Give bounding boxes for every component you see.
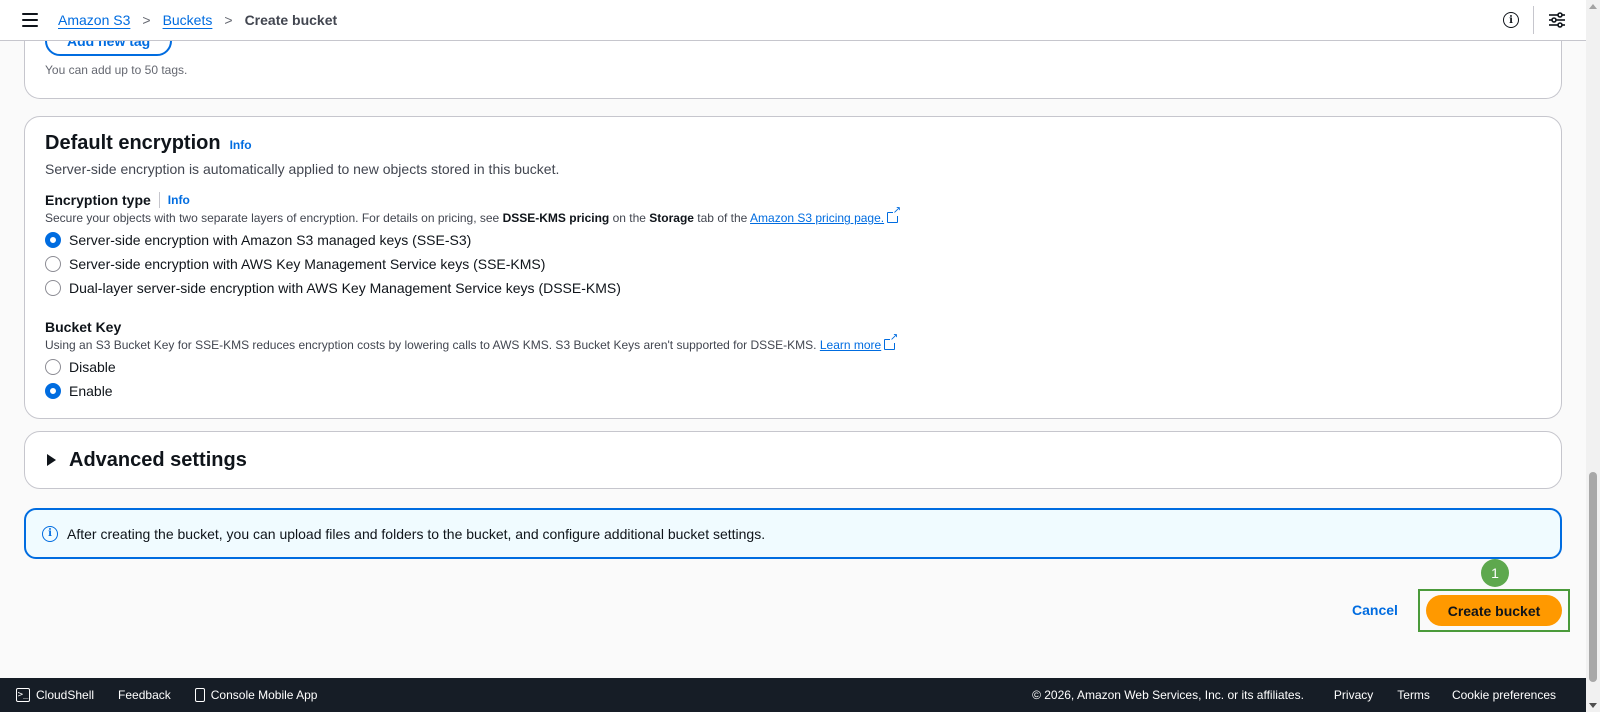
radio-label: Enable: [69, 383, 113, 399]
radio-unselected-icon[interactable]: [45, 359, 61, 375]
info-icon[interactable]: i: [1503, 12, 1519, 28]
radio-dsse-kms[interactable]: Dual-layer server-side encryption with A…: [45, 279, 1541, 297]
alert-text: After creating the bucket, you can uploa…: [67, 525, 766, 542]
radio-label: Server-side encryption with Amazon S3 ma…: [69, 232, 472, 248]
footer-right-links: © 2026, Amazon Web Services, Inc. or its…: [1032, 678, 1556, 712]
radio-sse-kms[interactable]: Server-side encryption with AWS Key Mana…: [45, 255, 1541, 273]
cloudshell-icon: >_: [16, 688, 30, 702]
breadcrumb-amazon-s3[interactable]: Amazon S3: [58, 12, 130, 28]
radio-selected-icon[interactable]: [45, 232, 61, 248]
topbar-utilities: i: [1503, 0, 1566, 40]
s3-pricing-page-link[interactable]: Amazon S3 pricing page.: [750, 211, 884, 225]
step-marker-badge: 1: [1481, 559, 1509, 587]
scroll-thumb[interactable]: [1589, 472, 1597, 682]
cookie-preferences-link[interactable]: Cookie preferences: [1452, 688, 1556, 702]
copyright-text: © 2026, Amazon Web Services, Inc. or its…: [1032, 688, 1304, 702]
feedback-link[interactable]: Feedback: [118, 688, 171, 702]
encryption-type-hint: Secure your objects with two separate la…: [45, 206, 1541, 225]
bucket-key-hint: Using an S3 Bucket Key for SSE-KMS reduc…: [45, 333, 1541, 352]
default-encryption-panel: Default encryption Info Server-side encr…: [24, 116, 1562, 419]
radio-selected-icon[interactable]: [45, 383, 61, 399]
scroll-up-arrow-icon[interactable]: [1589, 4, 1597, 9]
radio-unselected-icon[interactable]: [45, 256, 61, 272]
info-alert: i After creating the bucket, you can upl…: [24, 508, 1562, 559]
info-icon: i: [42, 525, 58, 542]
default-encryption-header: Default encryption Info: [45, 132, 1541, 155]
radio-unselected-icon[interactable]: [45, 280, 61, 296]
cancel-button[interactable]: Cancel: [1352, 602, 1398, 618]
advanced-settings-expander[interactable]: Advanced settings: [24, 431, 1562, 489]
breadcrumb-separator: >: [224, 12, 233, 28]
hint-text: Using an S3 Bucket Key for SSE-KMS reduc…: [45, 338, 820, 352]
topbar-divider: [1533, 6, 1534, 34]
radio-label: Disable: [69, 359, 116, 375]
external-link-icon: [884, 333, 899, 350]
breadcrumb-separator: >: [142, 12, 151, 28]
caret-right-icon[interactable]: [47, 454, 56, 466]
radio-sse-s3[interactable]: Server-side encryption with Amazon S3 ma…: [45, 231, 1541, 249]
breadcrumb-buckets[interactable]: Buckets: [163, 12, 213, 28]
scroll-down-arrow-icon[interactable]: [1589, 703, 1597, 708]
encryption-type-info-link[interactable]: Info: [168, 193, 190, 207]
panel-title: Default encryption: [45, 132, 221, 154]
tools-icon[interactable]: [1548, 12, 1566, 28]
learn-more-link[interactable]: Learn more: [820, 338, 881, 352]
encryption-type-label: Encryption type: [45, 192, 151, 208]
terms-link[interactable]: Terms: [1397, 688, 1430, 702]
mobile-phone-icon: [194, 688, 205, 702]
external-link-icon: [887, 206, 902, 223]
page-scrollbar[interactable]: [1586, 0, 1600, 712]
label-divider: [158, 192, 160, 208]
create-bucket-button[interactable]: Create bucket: [1426, 595, 1562, 626]
radio-label: Server-side encryption with AWS Key Mana…: [69, 256, 546, 272]
breadcrumb-current: Create bucket: [244, 12, 338, 28]
hint-text: on the: [609, 211, 650, 225]
console-footer: >_ CloudShell Feedback Console Mobile Ap…: [0, 678, 1586, 712]
hint-text: Secure your objects with two separate la…: [45, 211, 503, 225]
main-content: Add new tag You can add up to 50 tags. D…: [0, 21, 1586, 678]
tags-limit-hint: You can add up to 50 tags.: [45, 63, 188, 77]
default-encryption-info-link[interactable]: Info: [230, 138, 252, 152]
top-navigation-bar: Amazon S3 > Buckets > Create bucket i: [0, 0, 1586, 41]
radio-label: Dual-layer server-side encryption with A…: [69, 280, 621, 296]
radio-bucket-key-enable[interactable]: Enable: [45, 382, 1541, 400]
cloudshell-label: CloudShell: [36, 688, 95, 702]
hint-bold-dsse-pricing: DSSE-KMS pricing: [502, 211, 610, 225]
advanced-settings-title[interactable]: Advanced settings: [69, 449, 247, 472]
privacy-link[interactable]: Privacy: [1334, 688, 1373, 702]
create-bucket-highlight: Create bucket: [1418, 589, 1570, 632]
hint-text: tab of the: [693, 211, 751, 225]
default-encryption-description: Server-side encryption is automatically …: [45, 161, 560, 177]
cloudshell-link[interactable]: >_ CloudShell: [16, 688, 94, 702]
encryption-type-label-row: Encryption type Info: [45, 192, 1541, 208]
hamburger-menu-icon[interactable]: [22, 13, 38, 27]
mobile-app-label: Console Mobile App: [210, 688, 318, 702]
bucket-key-label: Bucket Key: [45, 319, 122, 335]
hint-bold-storage: Storage: [649, 211, 694, 225]
breadcrumb: Amazon S3 > Buckets > Create bucket: [58, 12, 337, 28]
radio-bucket-key-disable[interactable]: Disable: [45, 358, 1541, 376]
console-mobile-app-link[interactable]: Console Mobile App: [194, 688, 318, 702]
